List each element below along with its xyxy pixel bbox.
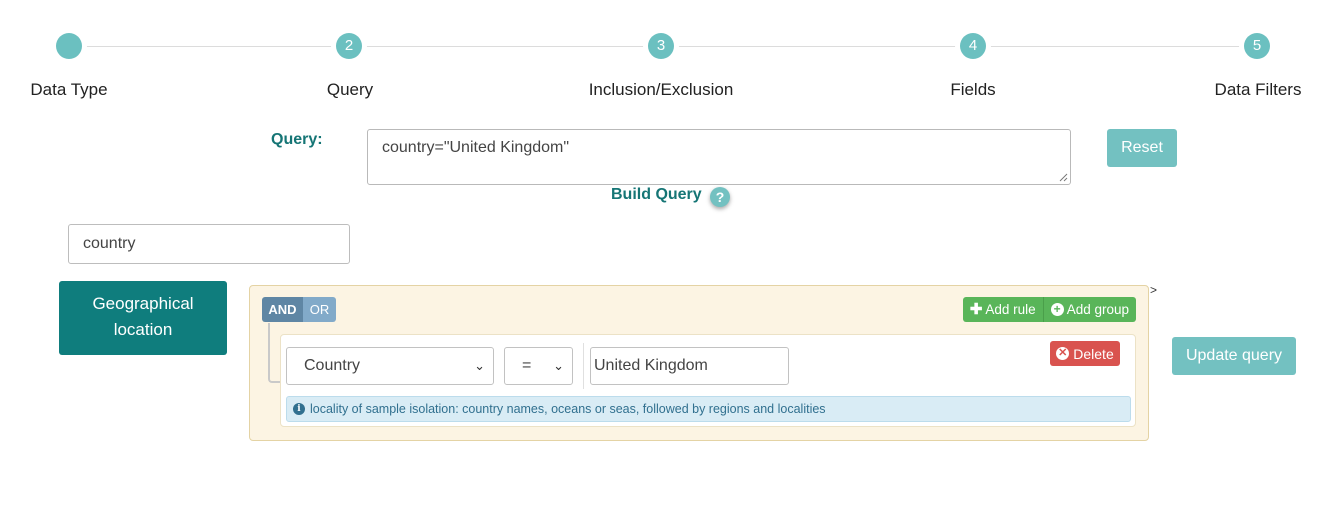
query-text: country="United Kingdom" [382, 139, 570, 156]
circle-plus-icon: + [1050, 303, 1064, 316]
help-icon[interactable]: ? [710, 187, 730, 207]
build-query-link[interactable]: Build Query [611, 186, 702, 204]
and-button[interactable]: AND [262, 297, 303, 322]
step-4-label[interactable]: Fields [950, 80, 995, 100]
query-builder: AND OR ✚ Add rule + Add group Country ⌄ … [249, 285, 1149, 441]
step-4-indicator[interactable]: 4 [960, 33, 986, 59]
category-label-line2: location [113, 320, 173, 339]
step-5-label[interactable]: Data Filters [1215, 80, 1302, 100]
info-icon: i [293, 403, 305, 415]
category-geographical-location[interactable]: Geographical location [59, 281, 227, 355]
reset-button[interactable]: Reset [1107, 129, 1177, 167]
add-rule-label: Add rule [985, 302, 1036, 317]
rule-value-input[interactable] [590, 347, 789, 385]
add-rule-button[interactable]: ✚ Add rule [962, 297, 1044, 322]
step-5-indicator[interactable]: 5 [1244, 33, 1270, 59]
delete-label: Delete [1073, 345, 1114, 362]
add-group-button[interactable]: + Add group [1043, 297, 1136, 322]
condition-toggle: AND OR [262, 297, 336, 322]
or-button[interactable]: OR [303, 297, 336, 322]
update-query-button[interactable]: Update query [1172, 337, 1296, 375]
chevron-down-icon: ⌄ [474, 358, 485, 373]
operator-select-value: = [522, 357, 532, 374]
step-1-indicator[interactable] [56, 33, 82, 59]
step-3-label[interactable]: Inclusion/Exclusion [589, 80, 734, 100]
field-select[interactable]: Country ⌄ [286, 347, 494, 385]
chevron-down-icon: ⌄ [553, 358, 564, 373]
close-icon: ✕ [1056, 347, 1070, 360]
step-2-label[interactable]: Query [327, 80, 373, 100]
category-label-line1: Geographical [92, 294, 194, 313]
plus-icon: ✚ [969, 301, 983, 318]
resize-grip-icon[interactable] [1058, 172, 1068, 182]
query-textarea[interactable]: country="United Kingdom" [367, 129, 1071, 185]
operator-select[interactable]: = ⌄ [504, 347, 573, 385]
rule-description: i locality of sample isolation: country … [286, 396, 1131, 422]
builder-arrow-marker: > [1150, 283, 1158, 297]
step-3-indicator[interactable]: 3 [648, 33, 674, 59]
rule-row: Country ⌄ = ⌄ ✕ Delete i locality of sam… [280, 334, 1136, 427]
field-select-value: Country [304, 357, 361, 374]
rule-connector [268, 323, 280, 383]
step-1-label[interactable]: Data Type [30, 80, 107, 100]
step-2-indicator[interactable]: 2 [336, 33, 362, 59]
rule-description-text: locality of sample isolation: country na… [310, 402, 826, 416]
query-label: Query: [271, 131, 323, 148]
field-search-input[interactable] [68, 224, 350, 264]
rule-divider [583, 343, 584, 389]
delete-rule-button[interactable]: ✕ Delete [1050, 341, 1120, 366]
group-actions: ✚ Add rule + Add group [962, 297, 1136, 322]
add-group-label: Add group [1066, 302, 1129, 317]
